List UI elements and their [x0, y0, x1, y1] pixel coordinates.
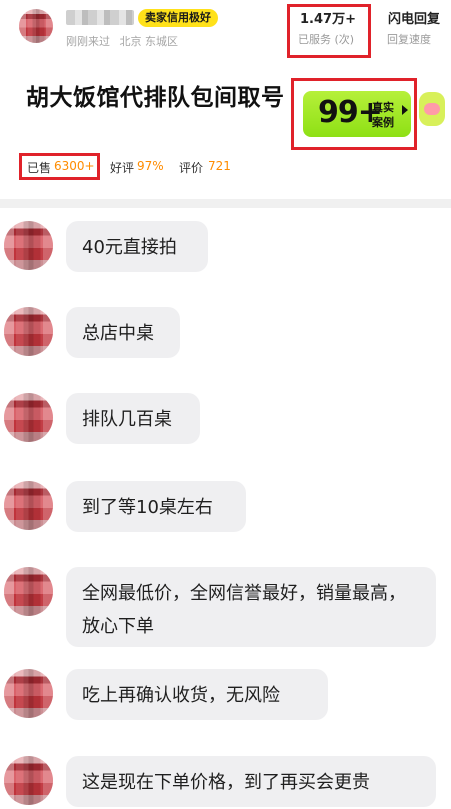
good-rating-value: 97% — [137, 159, 164, 173]
sold-label: 已售 — [27, 161, 52, 175]
sold-value: 6300+ — [54, 159, 95, 173]
seller-credit-badge: 卖家信用极好 — [138, 9, 218, 27]
section-divider — [0, 199, 451, 208]
review-count-value: 721 — [208, 159, 231, 173]
cases-label-line1: 真实 — [372, 101, 394, 114]
avatar[interactable] — [4, 307, 53, 356]
avatar[interactable] — [4, 481, 53, 530]
good-rating-label: 好评 — [110, 161, 135, 175]
message-bubble[interactable]: 到了等10桌左右 — [66, 481, 246, 532]
message-bubble[interactable]: 吃上再确认收货，无风险 — [66, 669, 328, 720]
avatar[interactable] — [4, 567, 53, 616]
location-text: 北京 东城区 — [119, 35, 179, 48]
message-bubble[interactable]: 全网最低价，全网信誉最好，销量最高，放心下单 — [66, 567, 436, 647]
message-bubble[interactable]: 排队几百桌 — [66, 393, 200, 444]
avatar[interactable] — [4, 669, 53, 718]
avatar[interactable] — [4, 393, 53, 442]
seller-meta: 刚刚来过 北京 东城区 — [66, 33, 184, 49]
seller-name-blurred[interactable] — [66, 10, 134, 25]
avatar[interactable] — [4, 221, 53, 270]
message-bubble[interactable]: 这是现在下单价格，到了再买会更贵 — [66, 756, 436, 807]
last-seen-text: 刚刚来过 — [66, 35, 110, 48]
seller-header: 卖家信用极好 刚刚来过 北京 东城区 1.47万+ 已服务 (次) 闪电回复 回… — [0, 0, 451, 62]
reply-speed-label: 回复速度 — [387, 33, 431, 46]
cases-label-line2: 案例 — [372, 116, 394, 129]
avatar[interactable] — [4, 756, 53, 805]
served-count-value: 1.47万+ — [300, 12, 356, 27]
served-count-label: 已服务 (次) — [298, 33, 355, 46]
message-bubble[interactable]: 40元直接拍 — [66, 221, 208, 272]
product-title: 胡大饭馆代排队包间取号 — [26, 85, 285, 111]
seller-avatar[interactable] — [19, 9, 53, 43]
mascot-face-icon — [424, 103, 440, 115]
reply-speed-value: 闪电回复 — [388, 12, 441, 27]
chevron-right-icon — [402, 105, 408, 115]
review-label: 评价 — [179, 161, 204, 175]
message-bubble[interactable]: 总店中桌 — [66, 307, 180, 358]
